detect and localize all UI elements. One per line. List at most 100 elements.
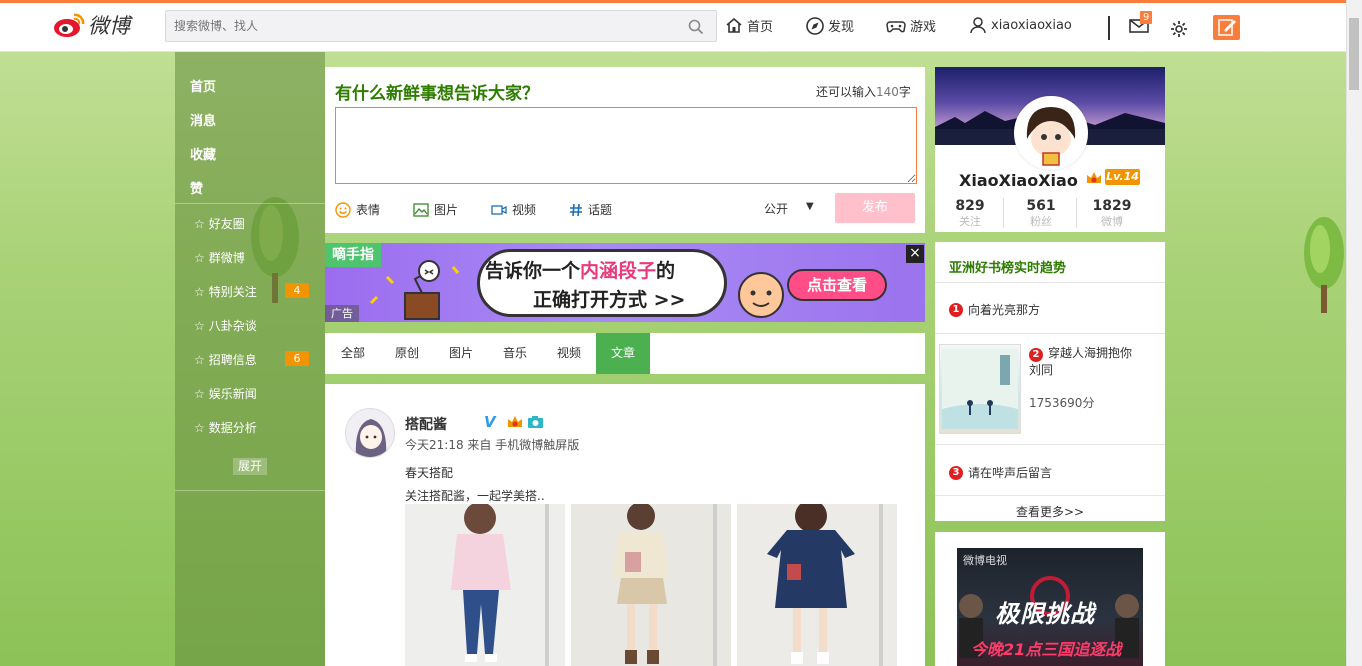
star-icon: ☆ — [194, 352, 205, 367]
hashtag-icon — [570, 203, 582, 216]
post-author-avatar[interactable] — [345, 408, 395, 458]
post-text-line: 关注搭配酱，一起学美搭.. — [405, 489, 545, 503]
page-scrollbar[interactable] — [1346, 0, 1362, 666]
trending-item[interactable]: 2 穿越人海拥抱你 刘同 — [1029, 345, 1147, 378]
book-cover[interactable] — [939, 344, 1021, 434]
tv-promo-image[interactable]: 微博电视 极限挑战 今晚21点三国追逐战 — [957, 548, 1143, 666]
star-icon: ☆ — [194, 386, 205, 401]
emoji-button[interactable]: 表情 — [335, 201, 380, 218]
search-box[interactable] — [165, 10, 717, 42]
tab-all[interactable]: 全部 — [333, 333, 373, 374]
outfit-photo-pink-sweater — [405, 504, 565, 666]
message-badge: 9 — [1140, 11, 1153, 24]
sidebar-group-label: 娱乐新闻 — [208, 387, 257, 401]
nav-user[interactable]: xiaoxiaoxiao — [969, 16, 1072, 34]
nav-home[interactable]: 首页 — [725, 16, 773, 35]
sidebar-group-item[interactable]: ☆ 群微博 — [194, 249, 245, 266]
video-icon — [491, 204, 507, 215]
see-more-link[interactable]: 查看更多>> — [935, 503, 1165, 520]
profile-avatar[interactable] — [1014, 96, 1088, 170]
nav-username: xiaoxiaoxiao — [991, 17, 1072, 33]
sidebar-group-item[interactable]: ☆ 娱乐新闻 — [194, 385, 257, 402]
nav-discover[interactable]: 发现 — [806, 16, 854, 35]
avatar-illustration — [1017, 99, 1085, 167]
search-icon[interactable] — [688, 19, 704, 35]
trending-item[interactable]: 1 向着光亮那方 — [949, 301, 1040, 318]
sidebar-group-item[interactable]: ☆ 好友圈 — [194, 215, 245, 232]
logo-text: 微博 — [88, 14, 130, 38]
star-icon: ☆ — [194, 318, 205, 333]
post-author-name[interactable]: 搭配酱 — [405, 414, 447, 434]
sidebar-group-item[interactable]: ☆ 八卦杂谈 — [194, 317, 257, 334]
trending-title[interactable]: 亚洲好书榜实时趋势 — [949, 257, 1066, 276]
crown-badge-icon — [508, 416, 522, 427]
outfit-photo-navy-dress — [737, 504, 897, 666]
banner-line1-part: 的 — [656, 260, 676, 282]
tab-music[interactable]: 音乐 — [495, 333, 535, 374]
trending-divider — [935, 495, 1165, 496]
image-button[interactable]: 图片 — [413, 201, 458, 218]
post-photo[interactable] — [405, 504, 565, 666]
weibo-logo[interactable]: 微博 — [52, 8, 130, 42]
profile-name[interactable]: XiaoXiaoXiao — [959, 171, 1078, 190]
banner-character-illustration — [738, 272, 784, 318]
crown-badge-icon — [1087, 172, 1101, 183]
sidebar-group-label: 好友圈 — [208, 217, 245, 231]
book-cover-illustration — [942, 349, 1018, 429]
ad-banner[interactable]: 嘀手指 告诉你一个内涵段子的 正确打开方式 >> 点击查看 广告 — [325, 243, 925, 322]
search-input[interactable] — [166, 11, 666, 41]
sidebar-group-item[interactable]: ☆ 数据分析 — [194, 419, 257, 436]
expand-button[interactable]: 展开 — [233, 458, 267, 475]
visibility-select[interactable]: 公开 — [764, 200, 788, 217]
nav-games-label: 游戏 — [910, 20, 937, 35]
compose-button[interactable] — [1213, 15, 1240, 40]
nav-discover-label: 发现 — [828, 20, 855, 35]
chevron-down-icon[interactable]: ▼ — [806, 201, 814, 212]
post-photo[interactable] — [737, 504, 897, 666]
stat-posts-label: 微博 — [1101, 215, 1123, 228]
sidebar-item-favorites[interactable]: 收藏 — [190, 144, 216, 163]
tab-original[interactable]: 原创 — [387, 333, 427, 374]
video-button[interactable]: 视频 — [491, 201, 536, 218]
stat-posts-count[interactable]: 1829 — [1077, 198, 1147, 214]
sidebar-group-item[interactable]: ☆ 特别关注 — [194, 283, 257, 300]
verified-badge: V — [484, 413, 496, 431]
trending-item[interactable]: 3 请在哔声后留言 — [949, 464, 1052, 481]
sidebar-item-messages[interactable]: 消息 — [190, 110, 216, 129]
char-remaining: 还可以输入140字 — [816, 83, 911, 100]
compass-icon — [806, 16, 824, 35]
stat-divider — [1003, 198, 1004, 228]
publish-button[interactable]: 发布 — [835, 193, 915, 223]
unread-count-badge: 6 — [285, 351, 309, 366]
video-label: 视频 — [512, 203, 537, 217]
banner-headline-line1: 告诉你一个内涵段子的 — [485, 256, 675, 283]
tab-articles[interactable]: 文章 — [596, 333, 650, 374]
stat-following-label: 关注 — [959, 215, 981, 228]
stat-followers-count[interactable]: 561 — [1006, 198, 1076, 214]
banner-gift-box-illustration — [369, 260, 460, 320]
post-textarea[interactable] — [335, 107, 917, 184]
tab-images[interactable]: 图片 — [441, 333, 481, 374]
post-photo[interactable] — [571, 504, 731, 666]
sidebar-item-likes[interactable]: 赞 — [190, 178, 203, 197]
level-badge[interactable]: Lv.14 — [1105, 169, 1140, 185]
banner-cta-button[interactable]: 点击查看 — [787, 269, 887, 301]
char-remaining-prefix: 还可以输入 — [816, 85, 877, 99]
trending-divider — [935, 333, 1165, 334]
banner-line1-highlight: 内涵段子 — [580, 260, 657, 282]
image-icon — [413, 202, 429, 217]
topic-button[interactable]: 话题 — [569, 201, 612, 218]
scrollbar-thumb[interactable] — [1349, 18, 1359, 90]
gear-icon[interactable] — [1170, 20, 1188, 38]
post-time-source[interactable]: 今天21:18 来自 手机微博触屏版 — [405, 436, 579, 453]
trending-item-title: 穿越人海拥抱你 — [1048, 346, 1133, 360]
sidebar-group-label: 八卦杂谈 — [208, 319, 257, 333]
stat-following-count[interactable]: 829 — [935, 198, 1005, 214]
sidebar-group-item[interactable]: ☆ 招聘信息 — [194, 351, 257, 368]
trending-item-title: 请在哔声后留言 — [968, 466, 1053, 480]
close-icon[interactable]: × — [906, 245, 924, 263]
outfit-photo-beige-cardigan — [571, 504, 731, 666]
nav-games[interactable]: 游戏 — [886, 16, 936, 35]
tab-video[interactable]: 视频 — [549, 333, 589, 374]
sidebar-item-home[interactable]: 首页 — [190, 76, 216, 95]
